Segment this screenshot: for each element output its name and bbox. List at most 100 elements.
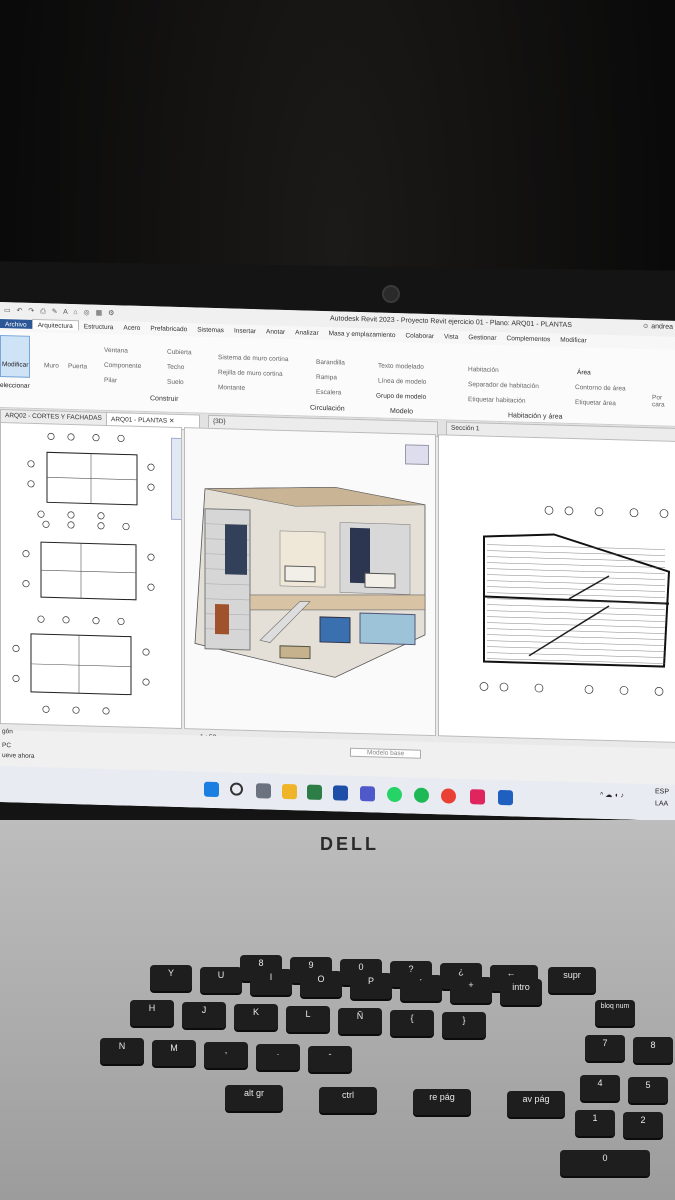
numpad-key[interactable]: 8	[633, 1037, 673, 1063]
viewcube-icon[interactable]	[405, 444, 429, 465]
ribbon-tab-masa-y-emplazamiento[interactable]: Masa y emplazamiento	[324, 328, 401, 339]
numpad-key[interactable]: 5	[628, 1077, 668, 1103]
file-explorer-icon[interactable]	[282, 783, 297, 800]
modifier-row-key[interactable]: re pág	[413, 1089, 471, 1115]
upper-letter-row-key[interactable]: I	[250, 969, 292, 995]
ramp-button[interactable]: Rampa	[316, 374, 337, 382]
home-row-key[interactable]: H	[130, 1000, 174, 1026]
select-dropdown[interactable]: eleccionar	[0, 382, 30, 390]
room-button[interactable]: Habitación	[468, 366, 499, 374]
by-face-button[interactable]: Por cara	[652, 394, 672, 409]
ribbon-tab-estructura[interactable]: Estructura	[79, 321, 119, 331]
store-icon[interactable]	[307, 784, 322, 800]
mullion-button[interactable]: Montante	[218, 384, 245, 392]
window-button[interactable]: Ventana	[104, 347, 128, 355]
windows-start-icon[interactable]	[204, 781, 219, 798]
ribbon-tab-colaborar[interactable]: Colaborar	[400, 330, 439, 340]
ribbon-tab-archivo[interactable]: Archivo	[0, 319, 32, 329]
ribbon-tab-vista[interactable]: Vista	[439, 331, 463, 341]
lower-letter-row-key[interactable]: .	[256, 1044, 300, 1070]
ribbon-tab-gestionar[interactable]: Gestionar	[463, 332, 501, 342]
ribbon-tab-anotar[interactable]: Anotar	[261, 326, 290, 336]
teams-icon[interactable]	[360, 786, 375, 802]
upper-letter-row-key[interactable]: P	[350, 973, 392, 999]
close-icon[interactable]: ✕	[169, 418, 174, 425]
room-separator-button[interactable]: Separador de habitación	[468, 381, 539, 390]
whatsapp-icon[interactable]	[387, 786, 402, 803]
home-row-key[interactable]: Ñ	[338, 1008, 382, 1034]
modifier-row-key[interactable]: alt gr	[225, 1085, 283, 1111]
ribbon-tab-acero[interactable]: Acero	[118, 322, 145, 332]
upper-letter-row-key[interactable]: U	[200, 967, 242, 993]
ribbon-tab-prefabricado[interactable]: Prefabricado	[145, 323, 192, 333]
ribbon-tab-sistemas[interactable]: Sistemas	[192, 324, 229, 335]
numpad-key[interactable]: 4	[580, 1075, 620, 1101]
model-line-button[interactable]: Línea de modelo	[378, 378, 426, 386]
navigation-bar[interactable]	[171, 437, 182, 521]
tag-area-button[interactable]: Etiquetar área	[575, 399, 616, 407]
home-row-key[interactable]: {	[390, 1010, 434, 1036]
wall-button[interactable]: Muro	[44, 362, 59, 369]
upper-letter-row-key[interactable]: ´	[400, 975, 442, 1001]
settings-icon[interactable]	[333, 785, 348, 801]
input-language[interactable]: ESP	[655, 788, 669, 795]
modifier-row-key[interactable]: av pág	[507, 1091, 565, 1117]
3d-view[interactable]	[184, 427, 436, 737]
ribbon-tab-modificar[interactable]: Modificar	[555, 335, 591, 345]
lower-letter-row-key[interactable]: ,	[204, 1042, 248, 1068]
masonry-hatch-line	[487, 550, 665, 556]
base-model-field[interactable]: Modelo base	[350, 747, 422, 759]
numpad-key[interactable]: 2	[623, 1112, 663, 1138]
curtain-system-button[interactable]: Sistema de muro cortina	[218, 354, 288, 363]
ceiling-button[interactable]: Techo	[167, 364, 184, 371]
column-button[interactable]: Pilar	[104, 377, 117, 384]
modifier-row-key[interactable]: ctrl	[319, 1087, 377, 1113]
revit-icon[interactable]	[498, 789, 513, 806]
railing-button[interactable]: Barandilla	[316, 359, 345, 367]
tray-icons[interactable]: ^ ☁ ◖ ♪	[600, 791, 624, 800]
upper-letter-row-key[interactable]: +	[450, 977, 492, 1003]
door-button[interactable]: Puerta	[68, 363, 87, 371]
spotify-icon[interactable]	[414, 787, 429, 803]
roof-button[interactable]: Cubierta	[167, 349, 192, 357]
model-group-button[interactable]: Grupo de modelo	[376, 393, 426, 401]
tag-room-button[interactable]: Etiquetar habitación	[468, 396, 525, 405]
autocad-icon[interactable]	[470, 789, 485, 805]
section-view[interactable]	[438, 434, 675, 743]
search-icon[interactable]	[230, 782, 243, 796]
chrome-icon[interactable]	[441, 788, 456, 804]
home-row-key[interactable]: K	[234, 1004, 278, 1030]
lower-letter-row-key[interactable]: M	[152, 1040, 196, 1066]
upper-letter-row-key[interactable]: intro	[500, 979, 542, 1005]
ribbon-tab-complementos[interactable]: Complementos	[502, 333, 556, 344]
num-lock-key[interactable]: bloq num	[595, 1000, 635, 1026]
numpad-key[interactable]: 7	[585, 1035, 625, 1061]
numpad-zero-key[interactable]: 0	[560, 1150, 650, 1176]
plans-view[interactable]	[0, 422, 182, 730]
ribbon-tab-insertar[interactable]: Insertar	[229, 325, 261, 336]
curtain-grid-button[interactable]: Rejilla de muro cortina	[218, 369, 283, 378]
stair-button[interactable]: Escalera	[316, 389, 341, 397]
floor-button[interactable]: Suelo	[167, 379, 184, 386]
home-row-key[interactable]: }	[442, 1012, 486, 1038]
home-row-key[interactable]: L	[286, 1006, 330, 1032]
numpad-key[interactable]: 1	[575, 1110, 615, 1136]
upper-letter-row-key[interactable]: Y	[150, 965, 192, 991]
modify-button[interactable]	[0, 335, 30, 378]
ribbon-tab-arquitectura[interactable]: Arquitectura	[31, 318, 79, 331]
lower-letter-row-key[interactable]: -	[308, 1046, 352, 1072]
upper-letter-row-key[interactable]: O	[300, 971, 342, 997]
user-menu[interactable]: ☺ andrea	[642, 323, 673, 331]
task-view-icon[interactable]	[256, 783, 271, 799]
top-row-key[interactable]: supr	[548, 967, 596, 993]
ribbon-tab-analizar[interactable]: Analizar	[290, 327, 323, 337]
model-text-button[interactable]: Texto modelado	[378, 363, 424, 371]
keyboard-layout[interactable]: LAA	[655, 800, 668, 807]
area-boundary-button[interactable]: Contorno de área	[575, 384, 626, 392]
component-button[interactable]: Componente	[104, 362, 141, 370]
area-button[interactable]: Área	[577, 369, 591, 376]
home-row-key[interactable]: J	[182, 1002, 226, 1028]
lower-letter-row-key[interactable]: N	[100, 1038, 144, 1064]
level-bubble	[564, 506, 574, 516]
quick-access-toolbar[interactable]: ▭ ↶ ↷ ⎙ ✎ A ⌂ ◎ ▦ ⚙	[4, 306, 116, 318]
